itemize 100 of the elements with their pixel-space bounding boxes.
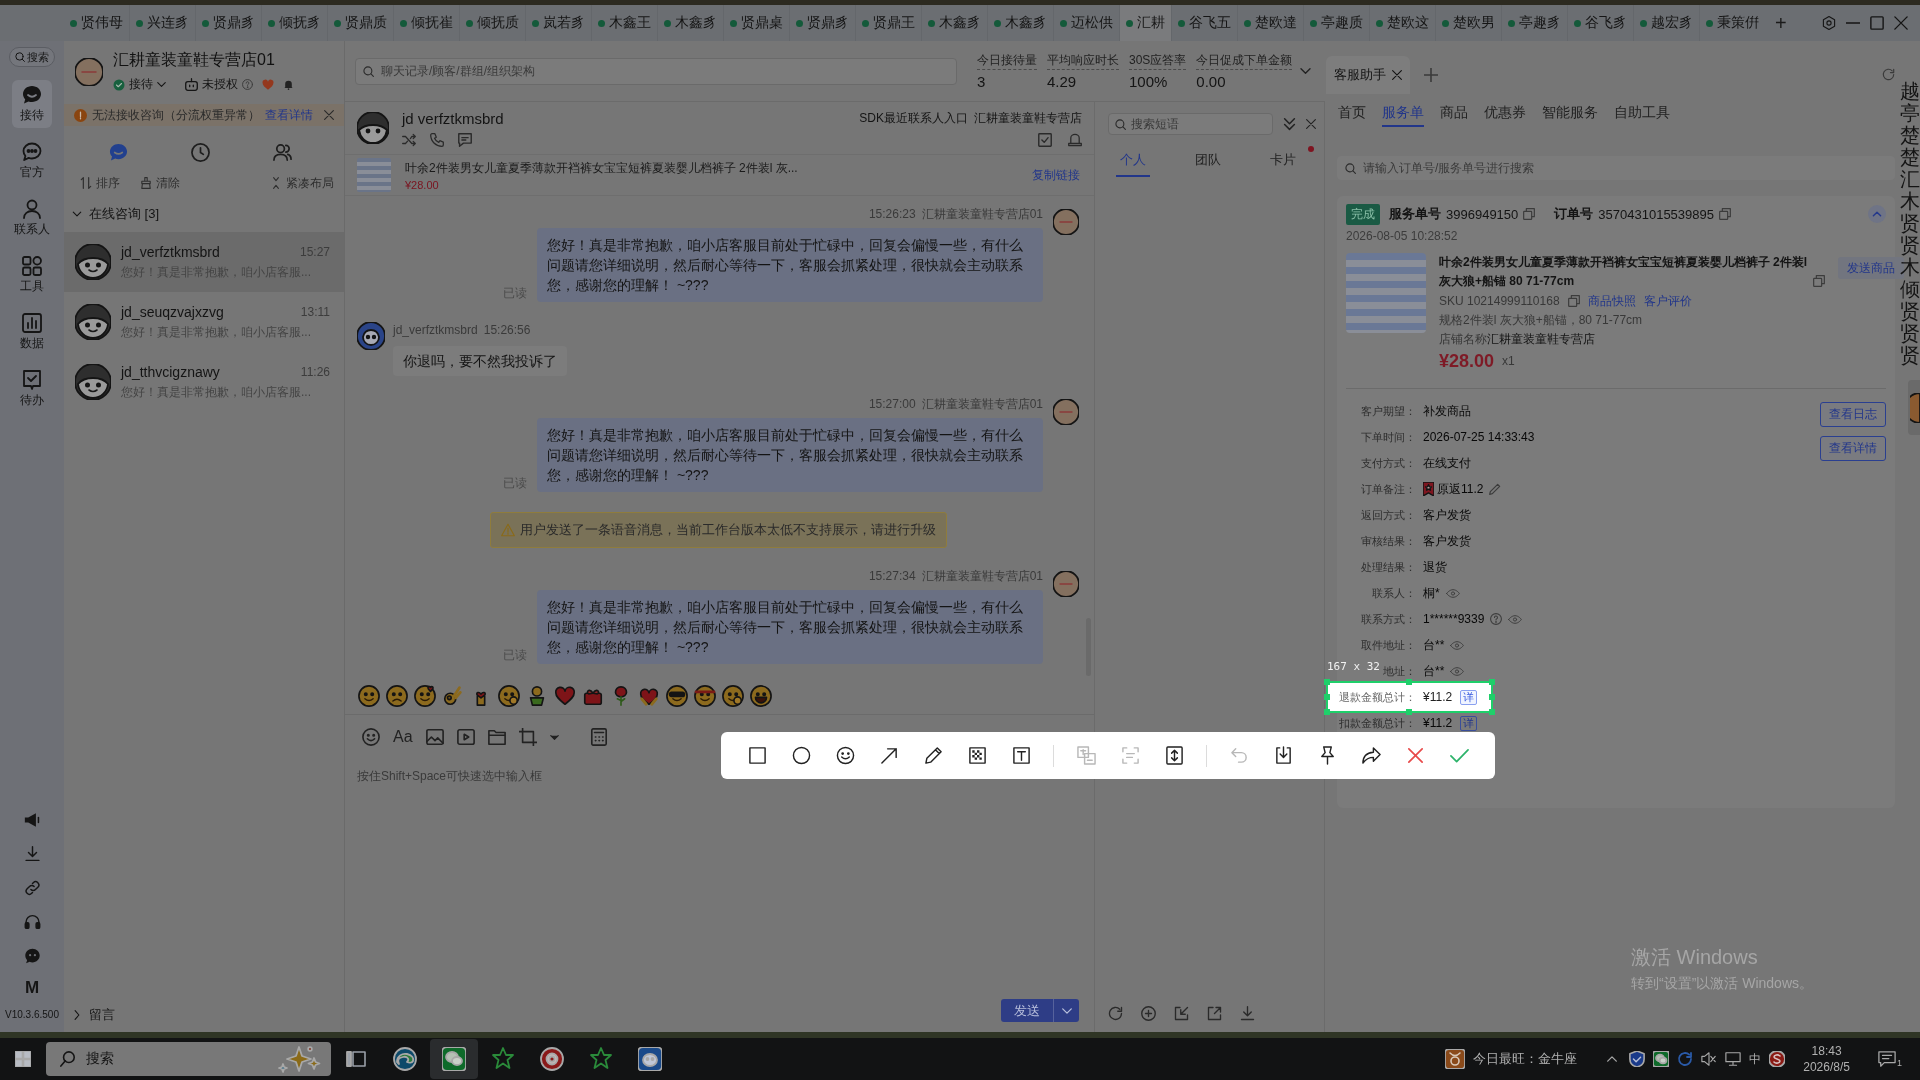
emoji-icon[interactable] [358, 685, 380, 707]
shop-tab[interactable]: 秉策倂 [1699, 5, 1765, 41]
help-icon[interactable] [242, 79, 253, 90]
floating-panel-tab[interactable] [1908, 380, 1920, 435]
emoji-icon[interactable] [386, 685, 408, 707]
folder-icon[interactable] [487, 728, 506, 746]
product-link[interactable]: 商品快照 [1587, 292, 1636, 310]
calculator-icon[interactable] [589, 728, 608, 746]
close-icon[interactable] [1894, 16, 1908, 30]
close-icon[interactable] [1306, 119, 1316, 129]
shop-tab[interactable]: 木鑫豸 [657, 5, 723, 41]
copy-icon[interactable] [1719, 208, 1731, 220]
sidebar-item[interactable]: 待办 [12, 365, 52, 413]
eye-icon[interactable] [1450, 640, 1465, 650]
group-header[interactable]: 留言 [64, 1005, 344, 1025]
emoji-icon[interactable] [666, 685, 688, 707]
status-dropdown[interactable]: 接待 [113, 76, 166, 93]
authorization-status[interactable]: 未授权 [185, 76, 253, 93]
eye-icon[interactable] [1445, 588, 1460, 598]
toolbar-action[interactable]: 排序 [80, 174, 120, 192]
add-circle-icon[interactable] [1141, 1006, 1156, 1021]
tab[interactable]: 个人 [1116, 151, 1150, 177]
shop-tab[interactable]: 越宏豸 [1633, 5, 1699, 41]
phone-icon[interactable] [430, 132, 444, 147]
hat-icon[interactable] [1068, 132, 1082, 147]
sync-icon[interactable] [1677, 1051, 1694, 1067]
emoji-icon[interactable] [442, 685, 464, 707]
emoji-icon[interactable] [498, 685, 520, 707]
chevron-down-icon[interactable] [1300, 68, 1311, 74]
shop-tab[interactable]: 贤鼎豸 [195, 5, 261, 41]
emoji-icon[interactable] [750, 685, 772, 707]
speaker-muted-icon[interactable] [1701, 1051, 1718, 1067]
toolbar-action[interactable]: 紧凑布局 [270, 174, 334, 192]
search-field[interactable]: 搜索 [46, 1042, 331, 1076]
shop-tab[interactable]: 楚欧男 [1435, 5, 1501, 41]
download-icon[interactable] [23, 846, 41, 862]
taskbar-app[interactable] [430, 1039, 478, 1079]
shop-tab[interactable]: 谷飞豸 [1567, 5, 1633, 41]
shop-tab[interactable]: 贤鼎质 [327, 5, 393, 41]
eye-icon[interactable] [1508, 614, 1523, 624]
rectangle-icon[interactable] [747, 746, 767, 765]
resize-handle[interactable] [1324, 679, 1330, 685]
smiley-icon[interactable] [835, 746, 855, 765]
refresh-icon[interactable] [1108, 1006, 1123, 1021]
shop-tab[interactable]: 贤伟母 [64, 5, 129, 41]
shop-tab[interactable]: 木鑫豸 [987, 5, 1053, 41]
refresh-icon[interactable] [1882, 68, 1895, 81]
tab[interactable]: 服务单 [1382, 101, 1424, 127]
shop-tab[interactable]: 亭趣豸 [1501, 5, 1567, 41]
emoji-icon[interactable] [638, 685, 660, 707]
shop-tab[interactable]: 兴连豸 [129, 5, 195, 41]
shield-icon[interactable] [1629, 1051, 1646, 1067]
mosaic-icon[interactable] [967, 746, 987, 765]
resize-handle[interactable] [1324, 694, 1330, 700]
people-icon[interactable] [273, 142, 292, 162]
detail-tag[interactable]: 详 [1460, 715, 1478, 731]
circle-icon[interactable] [791, 746, 811, 765]
sidebar-item[interactable]: 工具 [12, 251, 52, 299]
send-button[interactable]: 发送 [1001, 999, 1053, 1022]
toolbar-action[interactable]: 清除 [140, 174, 180, 192]
download-icon[interactable] [1240, 1006, 1255, 1021]
tab[interactable]: 首页 [1338, 101, 1366, 127]
tab[interactable]: 自助工具 [1614, 101, 1670, 127]
emoji-icon[interactable] [722, 685, 744, 707]
shop-tab[interactable]: 亭趣质 [1303, 5, 1369, 41]
shop-tab[interactable]: 倾抚质 [459, 5, 525, 41]
add-icon[interactable] [1424, 67, 1438, 82]
clock-icon[interactable] [191, 142, 210, 162]
notification-icon[interactable] [1878, 1050, 1896, 1068]
clock-date[interactable]: 2026/8/5 [1803, 1059, 1850, 1075]
close-icon[interactable] [1392, 70, 1402, 80]
shop-tab[interactable]: 岚若豸 [525, 5, 591, 41]
copy-link[interactable]: 复制链接 [1032, 166, 1080, 184]
horoscope-icon[interactable] [1445, 1049, 1466, 1069]
copy-icon[interactable] [1813, 275, 1825, 287]
shop-tab[interactable]: 倾抚豸 [261, 5, 327, 41]
copy-icon[interactable] [1523, 208, 1536, 220]
details-link[interactable]: 查看详情 [265, 106, 313, 124]
tab[interactable]: 团队 [1191, 151, 1225, 177]
shortcut-letter[interactable]: M [24, 978, 40, 998]
network-icon[interactable] [1725, 1051, 1742, 1067]
font-button[interactable]: Aa [393, 728, 413, 746]
import-icon[interactable] [1174, 1006, 1189, 1021]
sidebar-item[interactable]: 联系人 [12, 194, 52, 242]
send-options-button[interactable] [1053, 999, 1079, 1022]
search-field[interactable]: 搜索短语 [1108, 113, 1273, 135]
message-icon[interactable] [458, 132, 472, 147]
share-icon[interactable] [1361, 746, 1381, 765]
image-icon[interactable] [425, 728, 444, 746]
export-icon[interactable] [1207, 1006, 1222, 1021]
shop-tab[interactable]: 倾抚崔 [393, 5, 459, 41]
shuffle-icon[interactable] [402, 132, 416, 147]
chat-app-icon[interactable] [1653, 1051, 1670, 1067]
check-icon[interactable] [1449, 746, 1469, 765]
pencil-icon[interactable] [923, 746, 943, 765]
shop-tab[interactable]: 贤鼎豸 [789, 5, 855, 41]
video-icon[interactable] [456, 728, 475, 746]
caret-icon[interactable] [549, 734, 559, 740]
resize-handle[interactable] [1489, 694, 1495, 700]
add-tab-button[interactable]: + [1775, 13, 1787, 33]
